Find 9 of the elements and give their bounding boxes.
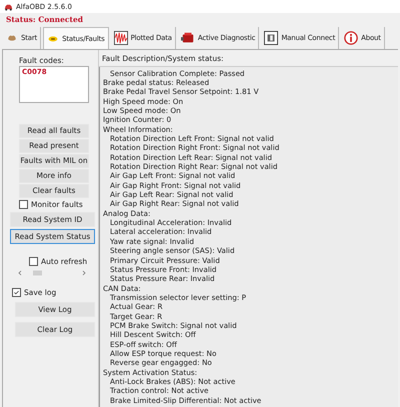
checkbox[interactable] — [12, 288, 21, 297]
car-icon — [4, 2, 13, 11]
warning-lamp-icon — [47, 34, 60, 44]
checkbox[interactable] — [29, 256, 38, 266]
waveform-icon — [114, 31, 128, 46]
info-icon — [344, 31, 358, 46]
checkbox[interactable] — [19, 200, 28, 209]
refresh-rate-scrollbar[interactable] — [17, 268, 87, 277]
engine-icon — [180, 31, 195, 46]
